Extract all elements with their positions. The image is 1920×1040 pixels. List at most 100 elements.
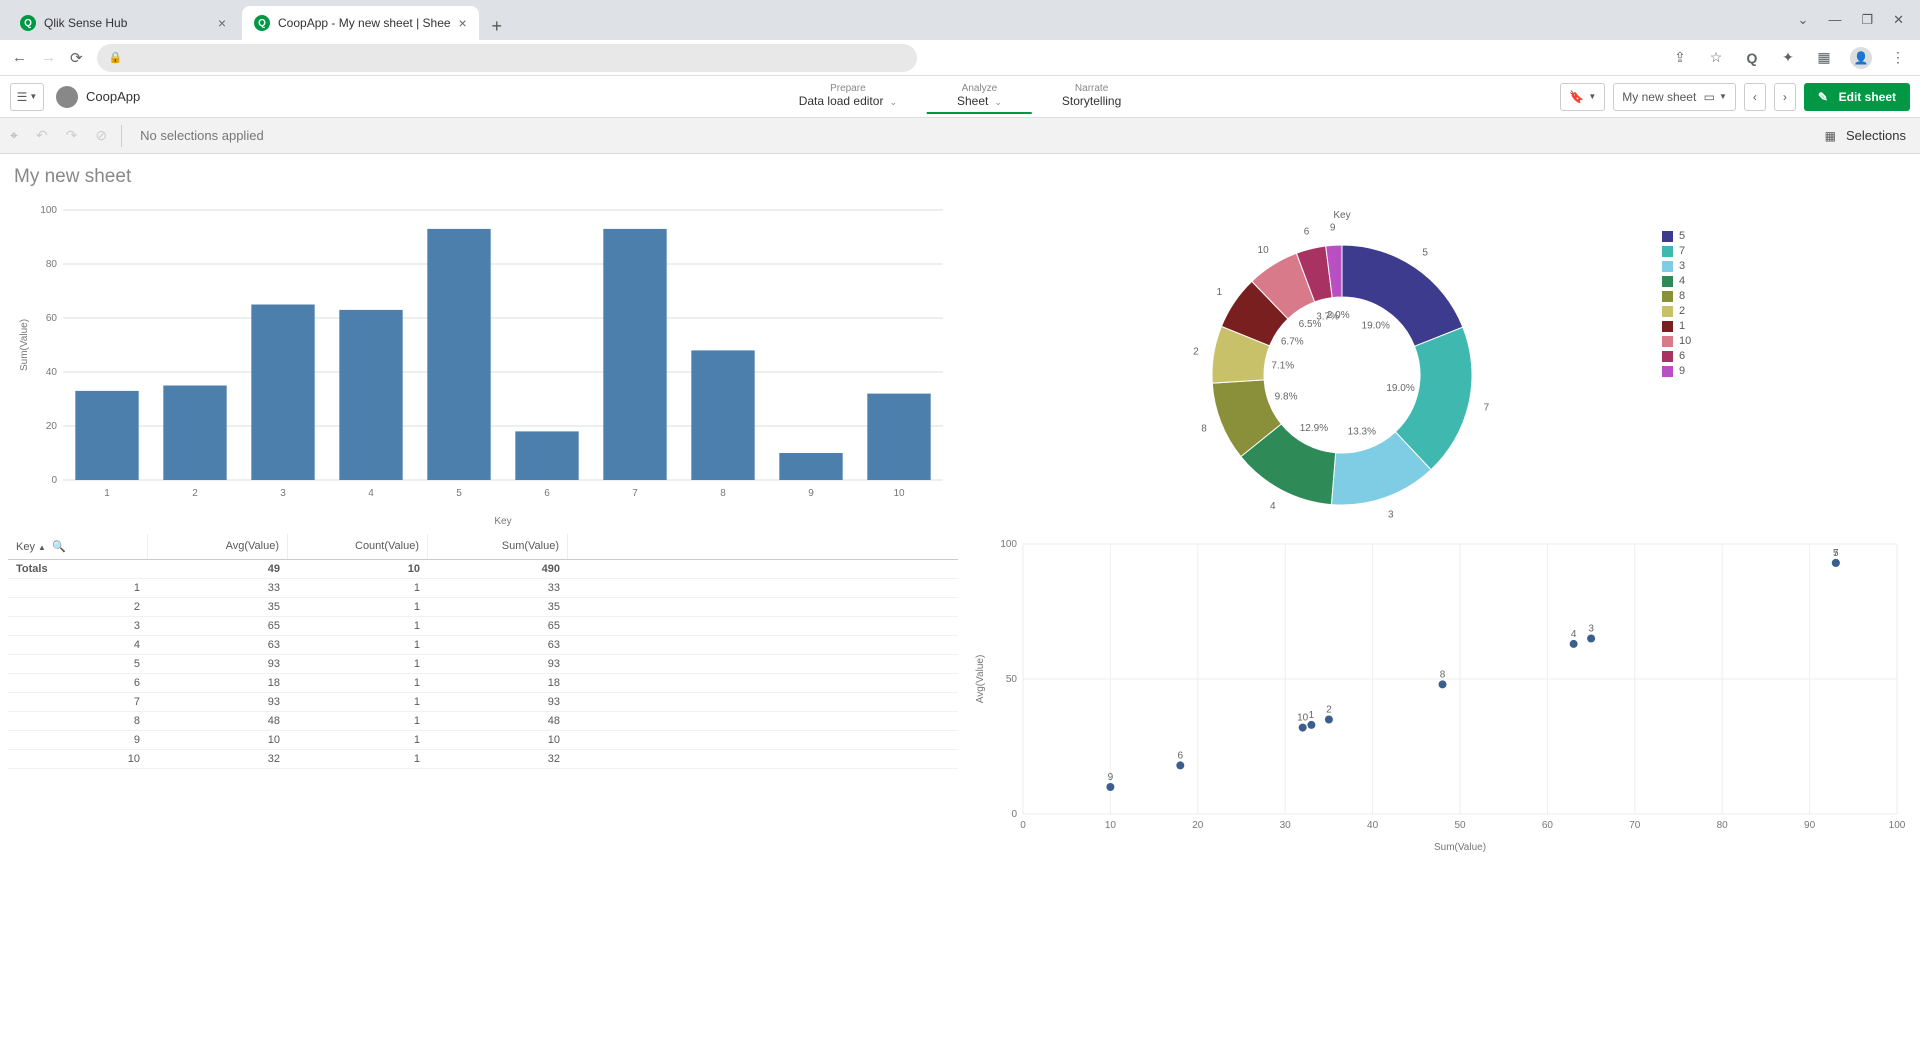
new-tab-button[interactable]: +: [483, 12, 511, 40]
menu-icon[interactable]: ⋮: [1888, 48, 1908, 68]
svg-text:90: 90: [1804, 820, 1816, 831]
table-row[interactable]: 848148: [8, 712, 958, 731]
selections-text: No selections applied: [140, 128, 264, 143]
svg-text:30: 30: [1280, 820, 1292, 831]
edit-sheet-button[interactable]: ✎ Edit sheet: [1804, 83, 1910, 111]
svg-text:3: 3: [280, 488, 286, 499]
svg-text:4: 4: [1270, 501, 1276, 512]
prev-sheet-button[interactable]: ‹: [1744, 83, 1766, 111]
svg-text:7: 7: [632, 488, 638, 499]
tab-analyze[interactable]: Analyze Sheet⌄: [927, 79, 1032, 114]
tab-prepare[interactable]: Prepare Data load editor⌄: [769, 79, 927, 114]
svg-text:100: 100: [40, 205, 57, 216]
table-row[interactable]: 1032132: [8, 750, 958, 769]
col-key[interactable]: Key ▲ 🔍: [8, 534, 148, 559]
table-row[interactable]: 463163: [8, 636, 958, 655]
svg-text:8: 8: [1440, 669, 1446, 680]
legend-item[interactable]: 5: [1662, 230, 1691, 242]
bar-chart[interactable]: 02040608010012345678910KeySum(Value): [8, 200, 958, 530]
svg-text:3: 3: [1388, 510, 1394, 521]
col-avg[interactable]: Avg(Value): [148, 534, 288, 559]
svg-text:6: 6: [1304, 226, 1310, 237]
col-count[interactable]: Count(Value): [288, 534, 428, 559]
legend-item[interactable]: 4: [1662, 275, 1691, 287]
reload-icon[interactable]: ⟳: [70, 49, 83, 67]
hamburger-menu[interactable]: ☰ ▼: [10, 83, 44, 111]
apps-icon[interactable]: ▦: [1814, 48, 1834, 68]
maximize-icon[interactable]: ❐: [1861, 12, 1873, 28]
search-icon[interactable]: Q: [1742, 48, 1762, 68]
forward-icon: →: [41, 49, 56, 66]
step-forward-icon: ↷: [66, 127, 78, 144]
table-row[interactable]: 793193: [8, 693, 958, 712]
window-controls: ⌄ — ❐ ✕: [1790, 12, 1912, 28]
svg-text:50: 50: [1006, 674, 1018, 685]
tab-title: CoopApp - My new sheet | Shee: [278, 16, 451, 30]
back-icon[interactable]: ←: [12, 49, 27, 66]
legend-item[interactable]: 8: [1662, 290, 1691, 302]
star-icon[interactable]: ☆: [1706, 48, 1726, 68]
bookmark-button[interactable]: 🔖 ▼: [1560, 83, 1605, 111]
selections-tool-icon[interactable]: ▦: [1825, 129, 1836, 143]
browser-tab-strip: Q Qlik Sense Hub × Q CoopApp - My new sh…: [0, 0, 1920, 40]
svg-text:Avg(Value): Avg(Value): [975, 655, 986, 704]
table-row[interactable]: 910110: [8, 731, 958, 750]
chevron-down-icon[interactable]: ⌄: [1798, 12, 1809, 28]
svg-text:60: 60: [1542, 820, 1554, 831]
svg-text:50: 50: [1454, 820, 1466, 831]
sheet-title: My new sheet: [0, 154, 1920, 200]
svg-text:2.0%: 2.0%: [1327, 310, 1350, 321]
col-sum[interactable]: Sum(Value): [428, 534, 568, 559]
donut-chart[interactable]: Key19.0%519.0%713.3%312.9%49.8%87.1%26.7…: [962, 200, 1912, 530]
svg-text:12.9%: 12.9%: [1300, 423, 1328, 434]
data-table[interactable]: Key ▲ 🔍 Avg(Value) Count(Value) Sum(Valu…: [8, 534, 958, 854]
favicon: Q: [20, 15, 36, 31]
table-row[interactable]: 365165: [8, 617, 958, 636]
svg-text:Sum(Value): Sum(Value): [1434, 842, 1486, 853]
legend-item[interactable]: 1: [1662, 320, 1691, 332]
table-row[interactable]: 618118: [8, 674, 958, 693]
tab-coopapp[interactable]: Q CoopApp - My new sheet | Shee ×: [242, 6, 479, 40]
table-row[interactable]: 133133: [8, 579, 958, 598]
legend-item[interactable]: 2: [1662, 305, 1691, 317]
sheet-dropdown[interactable]: My new sheet ▭ ▼: [1613, 83, 1736, 111]
selections-label[interactable]: Selections: [1846, 128, 1906, 143]
close-window-icon[interactable]: ✕: [1893, 12, 1904, 28]
share-icon[interactable]: ⇪: [1670, 48, 1690, 68]
svg-text:10: 10: [893, 488, 905, 499]
next-sheet-button[interactable]: ›: [1774, 83, 1796, 111]
app-logo: [56, 86, 78, 108]
tab-qlik-hub[interactable]: Q Qlik Sense Hub ×: [8, 6, 238, 40]
address-bar: ← → ⟳ 🔒 ⇪ ☆ Q ✦ ▦ 👤 ⋮: [0, 40, 1920, 76]
svg-text:40: 40: [46, 367, 58, 378]
app-header: ☰ ▼ CoopApp Prepare Data load editor⌄ An…: [0, 76, 1920, 118]
svg-text:80: 80: [1717, 820, 1729, 831]
url-input[interactable]: 🔒: [97, 44, 917, 72]
legend-item[interactable]: 6: [1662, 350, 1691, 362]
extensions-icon[interactable]: ✦: [1778, 48, 1798, 68]
smart-search-icon[interactable]: ⌖: [10, 127, 18, 144]
close-icon[interactable]: ×: [459, 15, 467, 31]
svg-text:100: 100: [1889, 820, 1906, 831]
legend-item[interactable]: 10: [1662, 335, 1691, 347]
table-row[interactable]: 593193: [8, 655, 958, 674]
chevron-down-icon: ⌄: [889, 97, 897, 107]
svg-text:1: 1: [104, 488, 110, 499]
svg-text:100: 100: [1000, 539, 1017, 550]
svg-text:80: 80: [46, 259, 58, 270]
svg-text:8: 8: [1201, 424, 1207, 435]
tab-narrate[interactable]: Narrate Storytelling: [1032, 79, 1151, 114]
legend-item[interactable]: 9: [1662, 365, 1691, 377]
svg-text:6: 6: [544, 488, 550, 499]
close-icon[interactable]: ×: [218, 15, 226, 31]
svg-text:10: 10: [1105, 820, 1117, 831]
table-row[interactable]: 235135: [8, 598, 958, 617]
svg-text:Key: Key: [1333, 210, 1350, 221]
minimize-icon[interactable]: —: [1828, 12, 1841, 28]
legend-item[interactable]: 7: [1662, 245, 1691, 257]
svg-text:2: 2: [192, 488, 198, 499]
avatar[interactable]: 👤: [1850, 47, 1872, 69]
scatter-chart[interactable]: 010203040506070809010005010012345678910S…: [962, 534, 1912, 854]
svg-text:4: 4: [1571, 629, 1577, 640]
legend-item[interactable]: 3: [1662, 260, 1691, 272]
